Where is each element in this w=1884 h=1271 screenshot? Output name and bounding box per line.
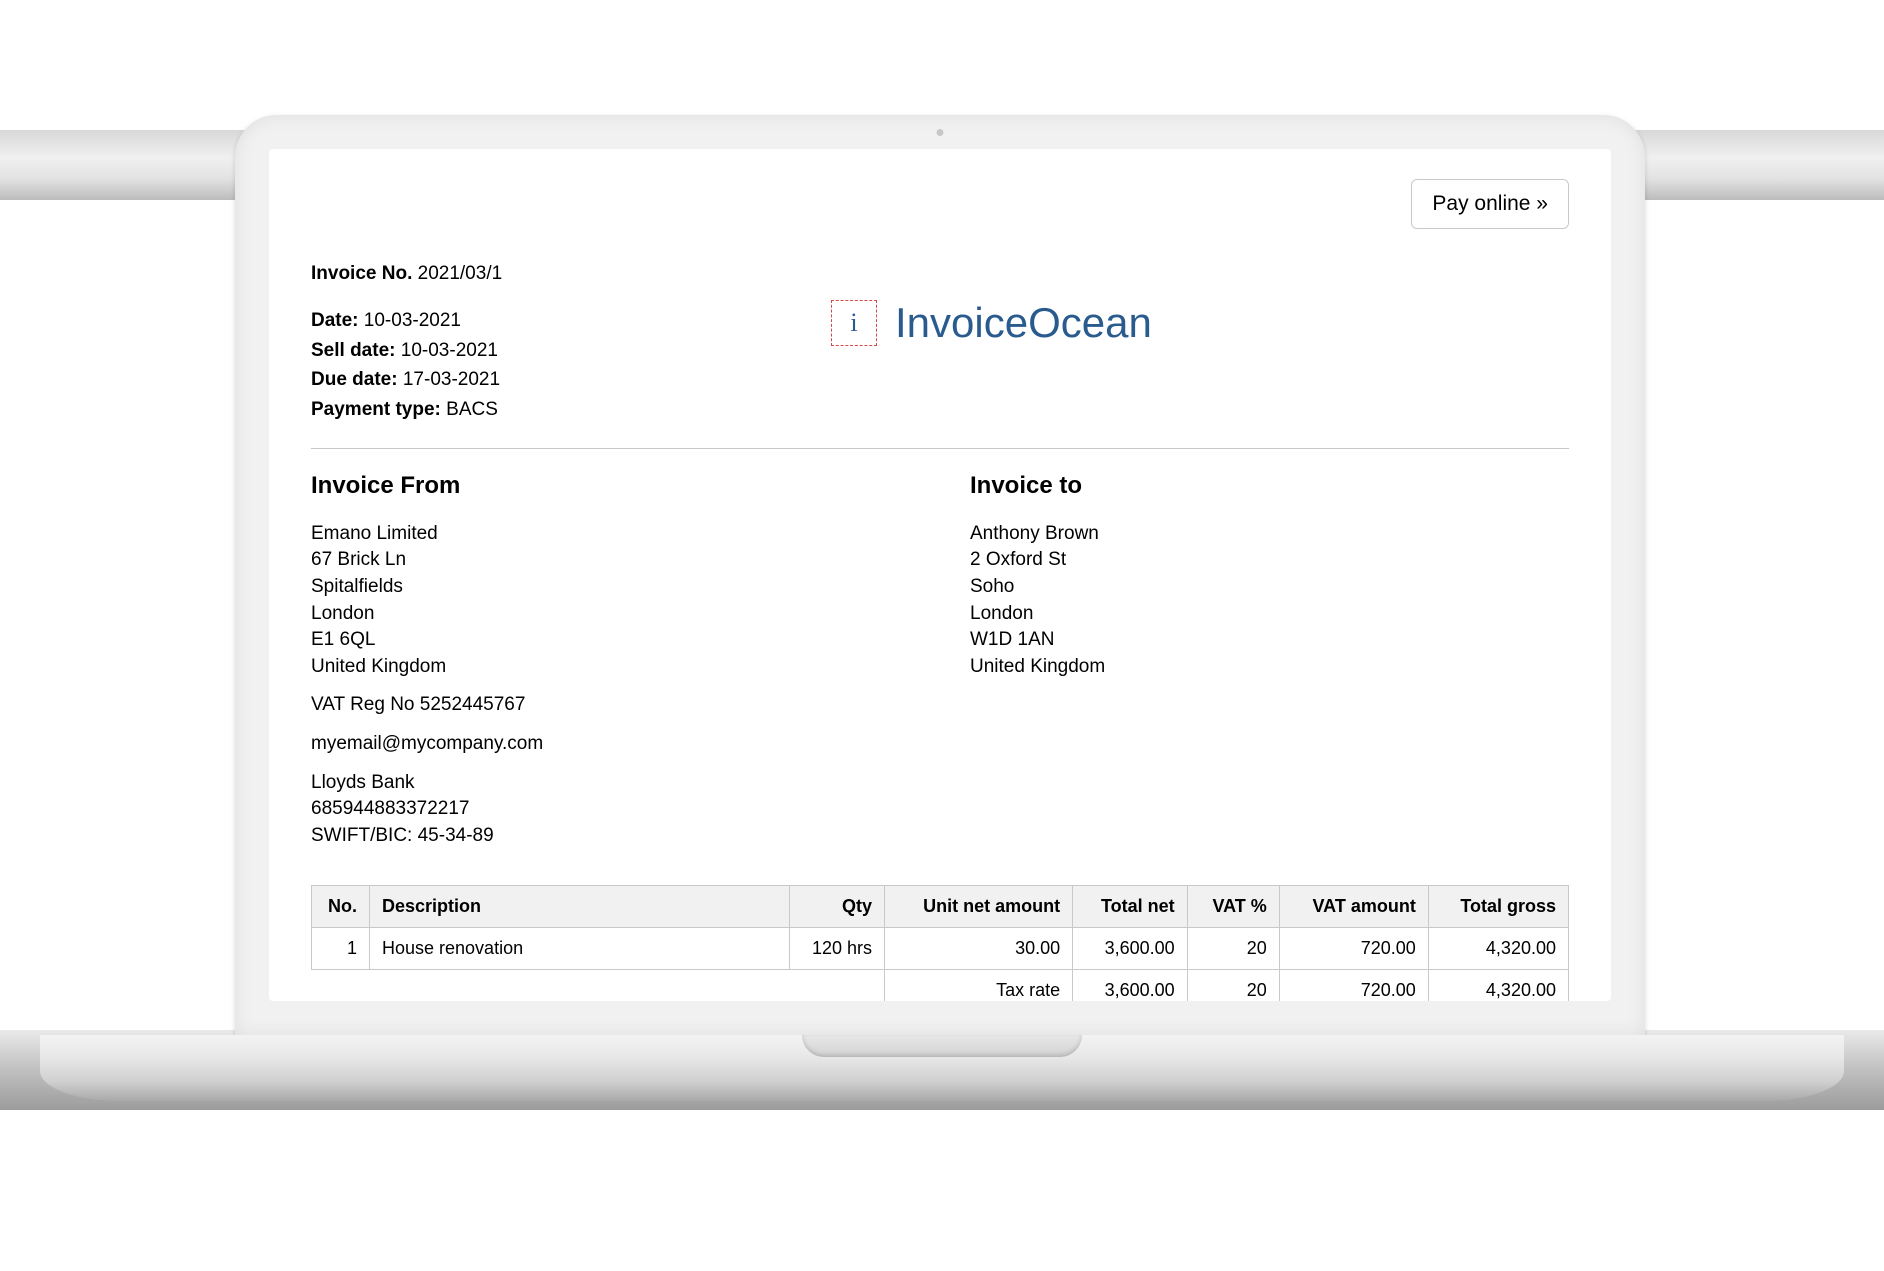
from-bank: Lloyds Bank: [311, 770, 910, 797]
invoice-number-label: Invoice No.: [311, 263, 412, 284]
laptop-notch: [802, 1035, 1082, 1057]
tax-rate-row: Tax rate 3,600.00 20 720.00 4,320.00: [312, 970, 1569, 1001]
from-city: London: [311, 601, 910, 628]
cell-desc: House renovation: [370, 928, 790, 970]
separator: [311, 448, 1569, 449]
invoice-meta-row: Invoice No. 2021/03/1 Date: 10-03-2021 S…: [311, 259, 1569, 424]
invoice-selldate-line: Sell date: 10-03-2021: [311, 336, 731, 365]
invoice-selldate-label: Sell date:: [311, 340, 395, 361]
invoice-date-label: Date:: [311, 310, 359, 331]
invoice-paymenttype-line: Payment type: BACS: [311, 395, 731, 424]
th-no: No.: [312, 886, 370, 928]
from-address-block: Emano Limited 67 Brick Ln Spitalfields L…: [311, 521, 910, 681]
parties: Invoice From Emano Limited 67 Brick Ln S…: [311, 469, 1569, 861]
from-vat: VAT Reg No 5252445767: [311, 692, 910, 719]
to-name: Anthony Brown: [970, 521, 1569, 548]
cell-totalnet: 3,600.00: [1073, 928, 1188, 970]
pay-online-button[interactable]: Pay online »: [1411, 179, 1569, 229]
th-unit: Unit net amount: [885, 886, 1073, 928]
from-postcode: E1 6QL: [311, 627, 910, 654]
invoice-paymenttype-value: BACS: [446, 399, 498, 420]
brand-name: InvoiceOcean: [895, 299, 1152, 347]
to-country: United Kingdom: [970, 654, 1569, 681]
th-description: Description: [370, 886, 790, 928]
to-line1: 2 Oxford St: [970, 547, 1569, 574]
tax-label: Tax rate: [885, 970, 1073, 1001]
th-totalgross: Total gross: [1428, 886, 1568, 928]
from-swift: SWIFT/BIC: 45-34-89: [311, 823, 910, 850]
invoice-to-heading: Invoice to: [970, 469, 1569, 503]
brand: i InvoiceOcean: [791, 259, 1569, 347]
laptop-frame: Pay online » Invoice No. 2021/03/1 Date:…: [235, 115, 1645, 1035]
brand-logo-icon: i: [831, 300, 877, 346]
to-city: London: [970, 601, 1569, 628]
to-postcode: W1D 1AN: [970, 627, 1569, 654]
tax-totalgross: 4,320.00: [1428, 970, 1568, 1001]
from-country: United Kingdom: [311, 654, 910, 681]
invoice-duedate-label: Due date:: [311, 369, 398, 390]
cell-no: 1: [312, 928, 370, 970]
from-line1: 67 Brick Ln: [311, 547, 910, 574]
th-vatamt: VAT amount: [1279, 886, 1428, 928]
cell-vatamt: 720.00: [1279, 928, 1428, 970]
screen: Pay online » Invoice No. 2021/03/1 Date:…: [269, 149, 1611, 1001]
invoice-from-heading: Invoice From: [311, 469, 910, 503]
invoice-paymenttype-label: Payment type:: [311, 399, 441, 420]
topbar: Pay online »: [311, 179, 1569, 229]
tax-totalnet: 3,600.00: [1073, 970, 1188, 1001]
invoice-duedate-line: Due date: 17-03-2021: [311, 365, 731, 394]
table-row: 1 House renovation 120 hrs 30.00 3,600.0…: [312, 928, 1569, 970]
from-email: myemail@mycompany.com: [311, 731, 910, 758]
from-line2: Spitalfields: [311, 574, 910, 601]
invoice-meta: Invoice No. 2021/03/1 Date: 10-03-2021 S…: [311, 259, 731, 424]
cell-totalgross: 4,320.00: [1428, 928, 1568, 970]
from-bank-block: Lloyds Bank 685944883372217 SWIFT/BIC: 4…: [311, 770, 910, 850]
invoice-date-value: 10-03-2021: [364, 310, 461, 331]
brand-logo-letter: i: [850, 308, 857, 338]
line-items-table: No. Description Qty Unit net amount Tota…: [311, 885, 1569, 1001]
invoice-number-line: Invoice No. 2021/03/1: [311, 259, 731, 288]
table-header-row: No. Description Qty Unit net amount Tota…: [312, 886, 1569, 928]
tax-vatpct: 20: [1187, 970, 1279, 1001]
invoice-from: Invoice From Emano Limited 67 Brick Ln S…: [311, 469, 910, 861]
cell-unit: 30.00: [885, 928, 1073, 970]
to-address-block: Anthony Brown 2 Oxford St Soho London W1…: [970, 521, 1569, 681]
cell-qty: 120 hrs: [790, 928, 885, 970]
invoice-number-value: 2021/03/1: [418, 263, 503, 284]
invoice-date-line: Date: 10-03-2021: [311, 306, 731, 335]
to-line2: Soho: [970, 574, 1569, 601]
th-totalnet: Total net: [1073, 886, 1188, 928]
tax-vatamt: 720.00: [1279, 970, 1428, 1001]
invoice-duedate-value: 17-03-2021: [403, 369, 500, 390]
th-qty: Qty: [790, 886, 885, 928]
invoice-selldate-value: 10-03-2021: [401, 340, 498, 361]
th-vatpct: VAT %: [1187, 886, 1279, 928]
invoice-to: Invoice to Anthony Brown 2 Oxford St Soh…: [970, 469, 1569, 861]
from-company: Emano Limited: [311, 521, 910, 548]
cell-vatpct: 20: [1187, 928, 1279, 970]
from-account: 685944883372217: [311, 796, 910, 823]
